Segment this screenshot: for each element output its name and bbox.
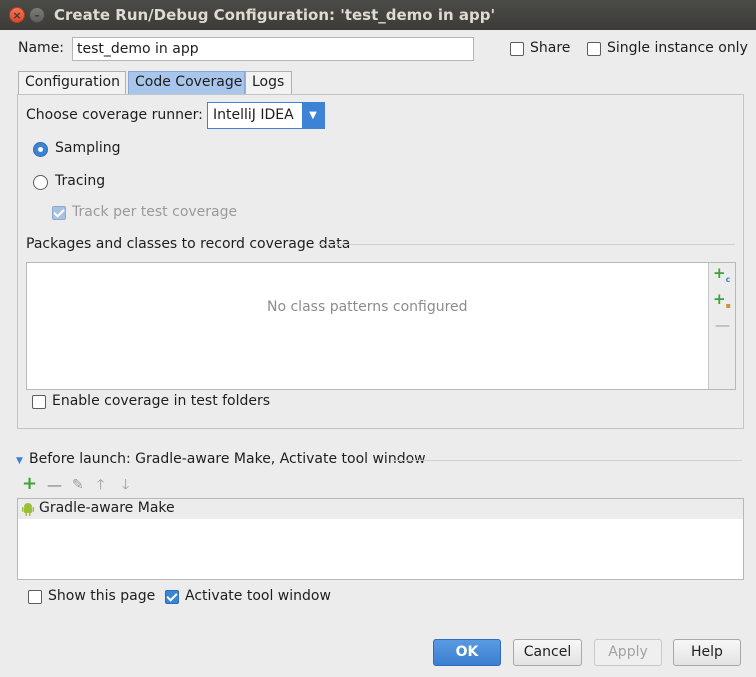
list-item[interactable]: Gradle-aware Make: [18, 499, 743, 519]
tracing-label[interactable]: Tracing: [55, 173, 105, 189]
name-label: Name:: [18, 40, 65, 56]
enable-coverage-tests-checkbox[interactable]: [32, 395, 46, 409]
packages-section-label: Packages and classes to record coverage …: [26, 236, 351, 252]
close-window-button[interactable]: ×: [9, 7, 25, 23]
android-icon: [22, 503, 34, 516]
sampling-radio[interactable]: [33, 142, 48, 157]
share-label[interactable]: Share: [530, 40, 570, 56]
cancel-button[interactable]: Cancel: [513, 639, 582, 666]
title-bar: × – Create Run/Debug Configuration: 'tes…: [0, 0, 756, 30]
remove-icon[interactable]: —: [715, 318, 730, 333]
remove-task-icon[interactable]: —: [47, 478, 62, 493]
coverage-runner-label: Choose coverage runner:: [26, 107, 203, 123]
tab-code-coverage[interactable]: Code Coverage: [128, 71, 245, 94]
move-down-icon[interactable]: 🡓: [122, 478, 129, 492]
coverage-runner-select[interactable]: IntelliJ IDEA ▼: [207, 102, 325, 129]
class-patterns-toolbar: +c +▪ —: [708, 263, 735, 389]
packages-section-divider: [318, 244, 735, 245]
share-checkbox[interactable]: [510, 42, 524, 56]
single-instance-label[interactable]: Single instance only: [607, 40, 748, 56]
add-task-icon[interactable]: +: [22, 475, 37, 493]
apply-button: Apply: [594, 639, 662, 666]
name-input[interactable]: [72, 37, 474, 61]
track-per-test-label: Track per test coverage: [72, 204, 238, 220]
add-class-icon[interactable]: +c: [713, 266, 730, 287]
add-package-icon[interactable]: +▪: [713, 292, 731, 313]
tab-configuration[interactable]: Configuration: [18, 71, 126, 94]
chevron-down-icon: ▼: [302, 103, 324, 128]
single-instance-checkbox[interactable]: [587, 42, 601, 56]
tab-logs[interactable]: Logs: [245, 71, 292, 94]
show-page-checkbox[interactable]: [28, 590, 42, 604]
sampling-label[interactable]: Sampling: [55, 140, 121, 156]
before-launch-header[interactable]: Before launch: Gradle-aware Make, Activa…: [29, 451, 426, 467]
collapse-triangle-icon[interactable]: ▼: [16, 454, 23, 468]
show-page-label[interactable]: Show this page: [48, 588, 155, 604]
track-per-test-checkbox: [52, 206, 66, 220]
ok-button[interactable]: OK: [433, 639, 501, 666]
move-up-icon[interactable]: 🡑: [97, 478, 104, 492]
activate-tool-window-label[interactable]: Activate tool window: [185, 588, 331, 604]
edit-task-icon[interactable]: ✎: [72, 478, 84, 492]
class-patterns-list[interactable]: No class patterns configured: [26, 262, 736, 390]
enable-coverage-tests-label[interactable]: Enable coverage in test folders: [52, 393, 270, 409]
coverage-runner-value: IntelliJ IDEA: [213, 107, 294, 123]
help-button[interactable]: Help: [673, 639, 741, 666]
before-launch-divider: [392, 460, 742, 461]
activate-tool-window-checkbox[interactable]: [165, 590, 179, 604]
task-label: Gradle-aware Make: [39, 500, 175, 516]
tracing-radio[interactable]: [33, 175, 48, 190]
empty-list-text: No class patterns configured: [267, 299, 468, 315]
window-title: Create Run/Debug Configuration: 'test_de…: [54, 6, 496, 24]
minimize-window-button[interactable]: –: [29, 7, 45, 23]
before-launch-list[interactable]: Gradle-aware Make: [17, 498, 744, 580]
